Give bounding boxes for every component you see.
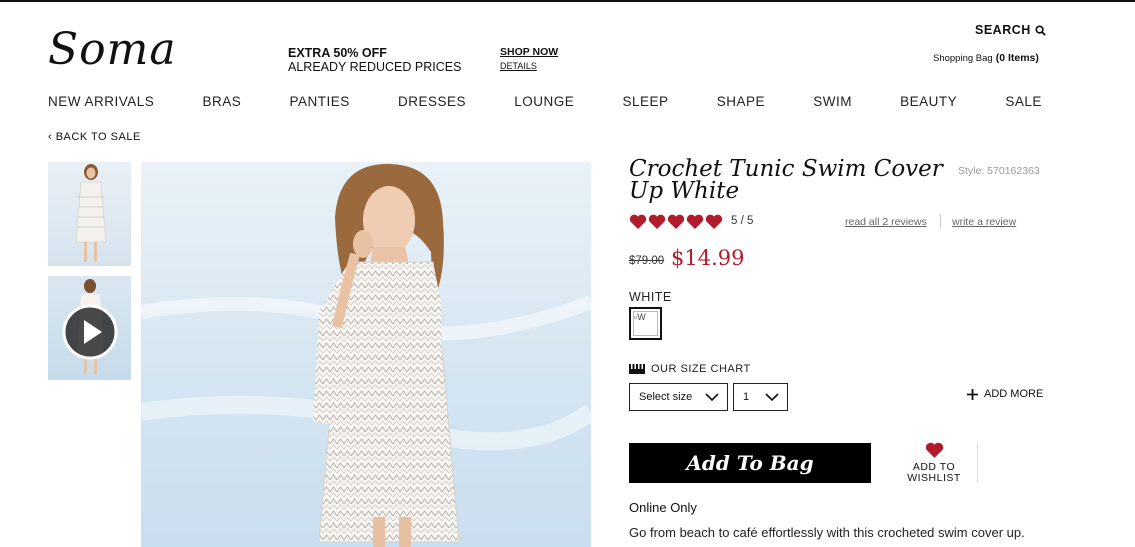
heart-icon bbox=[686, 214, 704, 229]
nav-item-beauty[interactable]: BEAUTY bbox=[900, 94, 957, 109]
thumbnail-image bbox=[48, 162, 131, 266]
back-to-sale-link[interactable]: ‹ BACK TO SALE bbox=[48, 131, 141, 143]
read-reviews-link[interactable]: read all 2 reviews bbox=[845, 216, 927, 228]
rating-text: 5 / 5 bbox=[731, 215, 754, 227]
promo-subline: ALREADY REDUCED PRICES bbox=[288, 60, 462, 74]
sale-price: $14.99 bbox=[671, 246, 745, 270]
shop-now-link[interactable]: SHOP NOW bbox=[500, 46, 558, 58]
shopping-bag-link[interactable]: Shopping Bag (0 Items) bbox=[933, 52, 1039, 64]
availability-text: Online Only bbox=[629, 500, 697, 515]
rating-hearts bbox=[629, 214, 723, 230]
add-to-wishlist-button[interactable]: ADD TO WISHLIST bbox=[900, 442, 968, 484]
plus-icon bbox=[967, 388, 978, 400]
shopping-bag-label: Shopping Bag bbox=[933, 53, 993, 64]
wishlist-label-line2: WISHLIST bbox=[907, 472, 961, 484]
search-icon bbox=[1035, 24, 1046, 36]
main-nav: NEW ARRIVALS BRAS PANTIES DRESSES LOUNGE… bbox=[48, 94, 1042, 109]
divider bbox=[977, 443, 978, 483]
heart-icon bbox=[667, 214, 685, 229]
product-main-image[interactable] bbox=[141, 162, 591, 547]
style-number: Style: 570162363 bbox=[958, 165, 1040, 177]
write-review-link[interactable]: write a review bbox=[952, 216, 1016, 228]
size-select[interactable]: Select size bbox=[629, 383, 728, 411]
product-title: Crochet Tunic Swim Cover Up White bbox=[629, 156, 943, 204]
add-more-label: ADD MORE bbox=[984, 388, 1044, 400]
nav-item-panties[interactable]: PANTIES bbox=[289, 94, 349, 109]
color-swatch-white[interactable]: ▫W bbox=[629, 307, 662, 340]
quantity-select-value: 1 bbox=[743, 391, 750, 403]
product-description: Go from beach to café effortlessly with … bbox=[629, 525, 1025, 540]
nav-item-dresses[interactable]: DRESSES bbox=[398, 94, 466, 109]
size-chart-link[interactable]: OUR SIZE CHART bbox=[629, 363, 751, 375]
nav-item-lounge[interactable]: LOUNGE bbox=[514, 94, 574, 109]
review-divider bbox=[940, 214, 941, 228]
add-to-bag-button[interactable]: Add To Bag bbox=[629, 443, 871, 483]
details-link[interactable]: DETAILS bbox=[500, 61, 537, 71]
heart-icon bbox=[705, 214, 723, 229]
nav-item-sale[interactable]: SALE bbox=[1005, 94, 1042, 109]
nav-item-shape[interactable]: SHAPE bbox=[717, 94, 765, 109]
promo-banner: EXTRA 50% OFF ALREADY REDUCED PRICES bbox=[288, 46, 461, 74]
promo-headline: EXTRA 50% OFF bbox=[288, 46, 387, 60]
play-icon[interactable] bbox=[62, 304, 118, 360]
swatch-alt-text: W bbox=[637, 312, 646, 322]
size-chart-label: OUR SIZE CHART bbox=[651, 363, 751, 375]
original-price: $79.00 bbox=[629, 255, 665, 267]
soma-logo[interactable]: Soma bbox=[48, 24, 177, 75]
nav-item-new-arrivals[interactable]: NEW ARRIVALS bbox=[48, 94, 154, 109]
swatch-image-placeholder: ▫W bbox=[633, 311, 658, 336]
quantity-select[interactable]: 1 bbox=[733, 383, 788, 411]
ruler-icon bbox=[629, 364, 645, 374]
nav-item-bras[interactable]: BRAS bbox=[203, 94, 242, 109]
product-photo bbox=[141, 162, 591, 547]
nav-item-swim[interactable]: SWIM bbox=[813, 94, 852, 109]
product-video-thumbnail[interactable] bbox=[48, 276, 131, 380]
nav-item-sleep[interactable]: SLEEP bbox=[622, 94, 668, 109]
chevron-down-icon bbox=[765, 392, 779, 401]
search-button[interactable]: SEARCH bbox=[975, 23, 1046, 37]
heart-icon bbox=[925, 442, 943, 458]
product-thumbnail-1[interactable] bbox=[48, 162, 131, 266]
search-label: SEARCH bbox=[975, 23, 1031, 37]
chevron-down-icon bbox=[705, 392, 719, 401]
bag-count: (0 Items) bbox=[995, 52, 1039, 64]
heart-icon bbox=[629, 214, 647, 229]
size-select-value: Select size bbox=[639, 391, 693, 403]
color-name: WHITE bbox=[629, 290, 672, 304]
add-more-button[interactable]: ADD MORE bbox=[967, 388, 1043, 400]
heart-icon bbox=[648, 214, 666, 229]
